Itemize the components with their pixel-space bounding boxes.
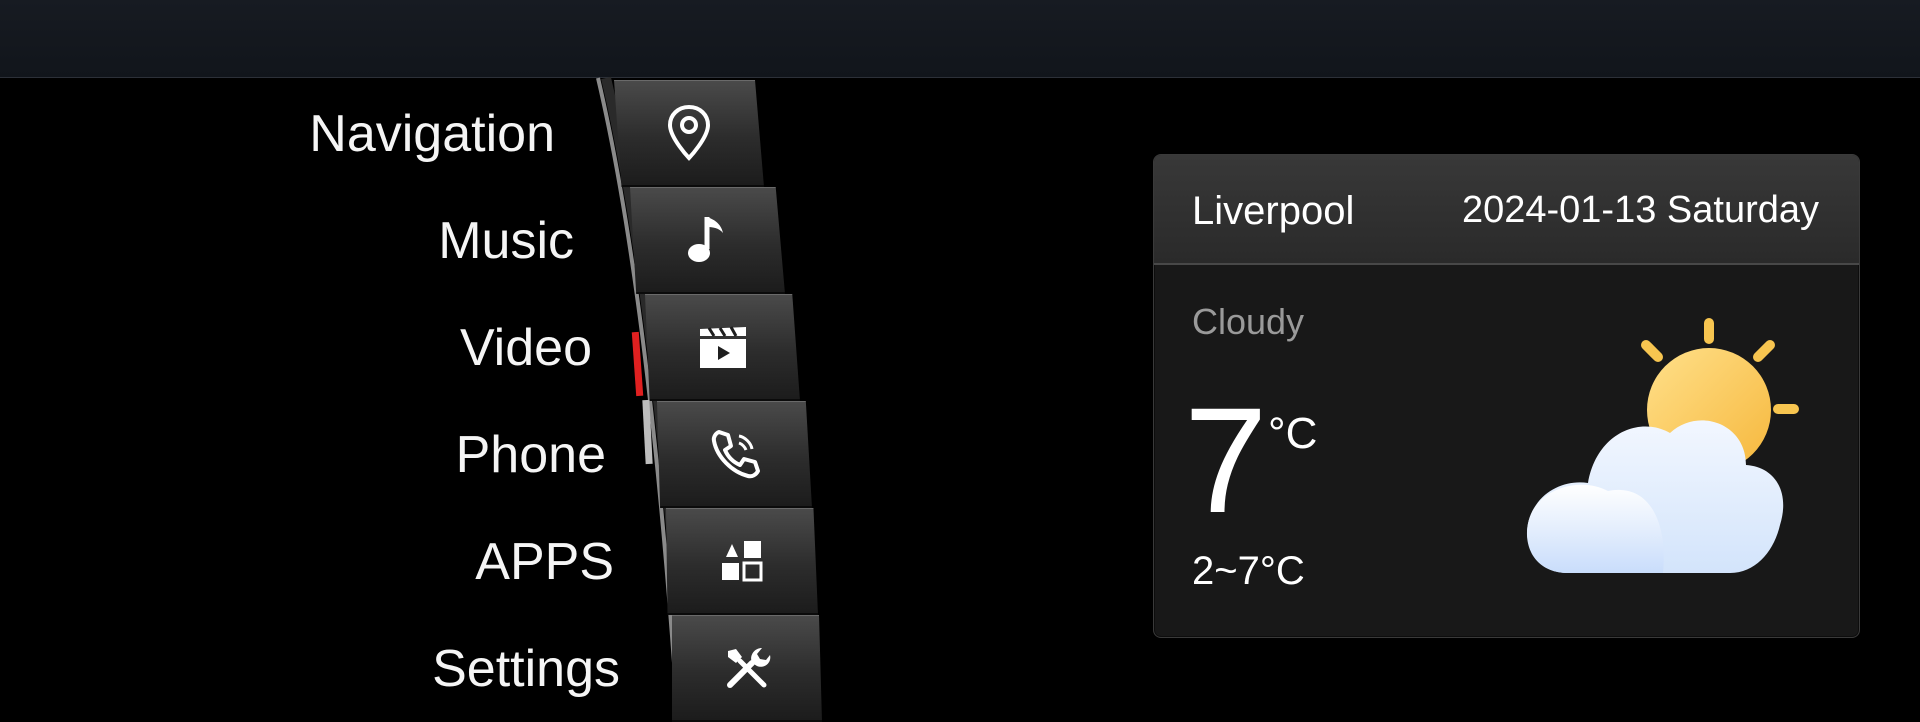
clapperboard-icon xyxy=(699,326,746,368)
video-button[interactable] xyxy=(645,294,800,401)
map-pin-icon xyxy=(667,104,711,161)
menu-label-music[interactable]: Music xyxy=(0,211,574,271)
temperature-unit: °C xyxy=(1268,409,1318,458)
menu-label-video[interactable]: Video xyxy=(0,318,592,378)
nav-button[interactable] xyxy=(614,80,764,187)
apps-button[interactable] xyxy=(666,508,818,615)
music-note-icon xyxy=(687,217,723,262)
tools-icon xyxy=(727,648,771,688)
menu-label-settings[interactable]: Settings xyxy=(20,639,620,699)
partly-cloudy-icon xyxy=(1526,318,1799,573)
menu-label-navigation[interactable]: Navigation xyxy=(0,104,555,164)
weather-condition: Cloudy xyxy=(1192,301,1305,342)
date-text: 2024-01-13 Saturday xyxy=(1461,189,1819,231)
phone-icon xyxy=(711,430,760,479)
music-button[interactable] xyxy=(630,187,785,294)
temperature-range: 2~7°C xyxy=(1192,549,1305,593)
phone-button[interactable] xyxy=(657,401,812,508)
weather-card[interactable]: Liverpool 2024-01-13 Saturday Cloudy 7 °… xyxy=(1153,154,1860,638)
city-name: Liverpool xyxy=(1192,189,1355,233)
menu-label-phone[interactable]: Phone xyxy=(6,425,606,485)
weather-header: Liverpool 2024-01-13 Saturday xyxy=(1154,155,1859,265)
apps-grid-icon xyxy=(722,541,763,582)
settings-button[interactable] xyxy=(672,615,822,722)
current-temperature: 7 xyxy=(1184,376,1268,544)
menu-label-apps[interactable]: APPS xyxy=(14,532,614,592)
